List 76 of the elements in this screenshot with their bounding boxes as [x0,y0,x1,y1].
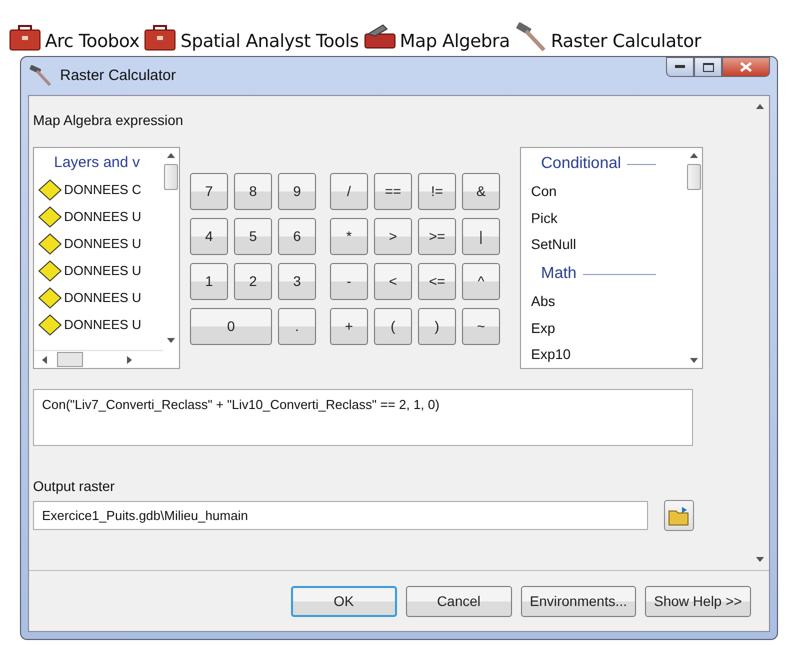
breadcrumb-link[interactable]: Spatial Analyst Tools [180,32,359,52]
dialog-button[interactable]: Environments... [520,586,636,616]
calculator-key[interactable]: 5 [234,218,272,255]
operator-key[interactable]: + [330,308,368,345]
function-item[interactable]: Abs [521,288,686,315]
group-header: Math [541,264,577,284]
expression-label: Map Algebra expression [33,111,184,130]
layer-icon [38,314,62,336]
horizontal-scrollbar[interactable] [34,350,163,368]
calculator-key[interactable]: 8 [234,173,272,210]
minimize-button[interactable] [666,57,694,77]
operator-key[interactable]: == [374,173,412,210]
operator-key[interactable]: ( [374,308,412,345]
operator-key[interactable]: & [462,173,500,210]
operator-key[interactable]: ^ [462,263,500,300]
layer-item[interactable]: DONNEES U [64,207,142,227]
operator-key[interactable]: / [330,173,368,210]
close-icon [740,62,752,72]
layer-item[interactable]: DONNEES U [64,315,142,335]
layer-icon [38,206,62,228]
dialog-button[interactable]: Show Help >> [645,586,751,616]
layer-item[interactable]: DONNEES U [64,234,142,254]
layer-icon [38,260,62,282]
dialog-button[interactable]: OK [290,586,397,616]
layers-list[interactable]: Layers and v DONNEES C DONNEES U DONNEES U DONNEES U DONNEES U DONNEES U [33,147,180,369]
operator-key[interactable]: > [374,218,412,255]
maximize-icon [702,62,714,72]
operator-key[interactable]: <= [418,263,456,300]
list-header: Layers and v [53,153,141,173]
operator-key[interactable]: * [330,218,368,255]
operator-key[interactable]: < [374,263,412,300]
calculator-key[interactable]: 2 [234,263,272,300]
breadcrumb-link[interactable]: Map Algebra [400,32,510,52]
layer-item[interactable]: DONNEES U [64,261,142,281]
operator-key[interactable]: ) [418,308,456,345]
layer-icon [38,287,62,309]
functions-list[interactable]: Conditional Con Pick SetNull Math Abs Exp Exp10 [520,147,703,369]
window-title: Raster Calculator [60,66,176,86]
operator-key[interactable]: - [330,263,368,300]
function-item[interactable]: Pick [521,204,686,232]
minimize-icon [675,65,685,69]
layer-icon [38,233,62,255]
output-raster-field[interactable]: Exercice1_Puits.gdb\Milieu_humain [33,501,648,530]
calculator-key[interactable]: 3 [278,263,316,300]
function-item[interactable]: Exp [521,314,686,342]
output-raster-label: Output raster [33,477,116,496]
layer-item[interactable]: DONNEES C [64,180,142,200]
calculator-key[interactable]: 9 [278,173,316,210]
folder-icon [668,506,690,526]
expression-field[interactable]: Con("Liv7_Converti_Reclass" + "Liv10_Converti_Reclass" == 2, 1, 0) [33,389,693,446]
hammer-icon [28,64,54,88]
layer-icon [38,179,62,201]
calculator-key[interactable]: . [278,308,316,345]
layer-item[interactable]: DONNEES U [64,288,142,308]
maximize-button[interactable] [694,57,722,77]
operator-key[interactable]: | [462,218,500,255]
calculator-key[interactable]: 7 [190,173,228,210]
operator-key[interactable]: != [418,173,456,210]
calculator-key[interactable]: 0 [190,308,272,345]
operator-key[interactable]: ~ [462,308,500,345]
calculator-key[interactable]: 1 [190,263,228,300]
calculator-key[interactable]: 4 [190,218,228,255]
dialog-button[interactable]: Cancel [406,586,512,616]
calculator-key[interactable]: 6 [278,218,316,255]
function-item[interactable]: SetNull [521,231,686,258]
hammer-icon [514,22,548,52]
group-header: Conditional [541,154,622,174]
breadcrumb-link[interactable]: Raster Calculator [550,32,701,52]
operator-key[interactable]: >= [418,218,456,255]
function-item[interactable]: Con [521,178,686,205]
browse-button[interactable] [664,500,694,531]
toolbox-icon [143,22,178,52]
function-item[interactable]: Exp10 [521,341,686,368]
breadcrumb-link[interactable]: Arc Toobox [45,32,140,52]
toolbox-icon [8,22,42,52]
close-button[interactable] [722,57,770,77]
